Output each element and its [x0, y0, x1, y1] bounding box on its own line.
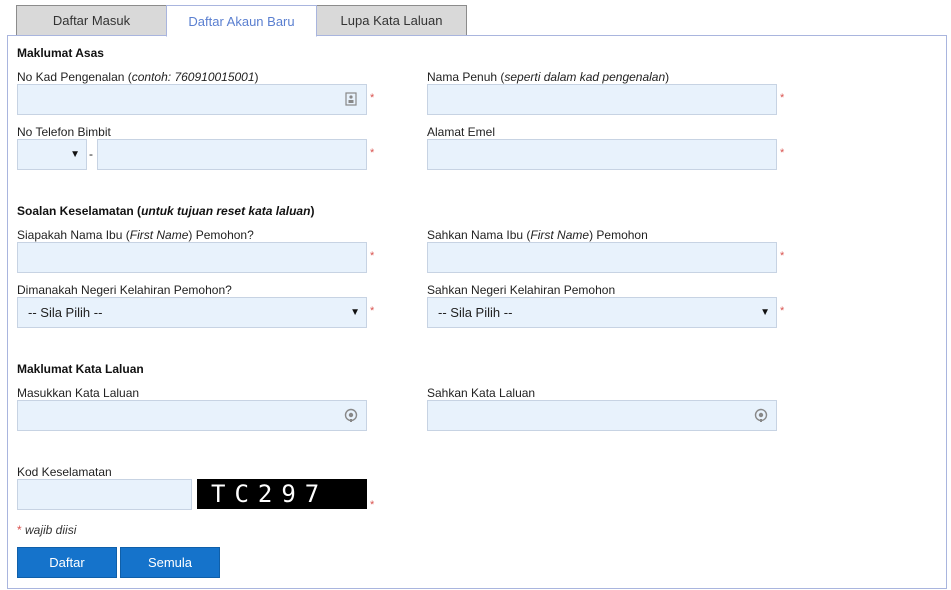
submit-button[interactable]: Daftar	[17, 547, 117, 578]
birth-state-label: Dimanakah Negeri Kelahiran Pemohon?	[17, 283, 232, 297]
ic-required-mark: *	[370, 92, 375, 104]
email-required-mark: *	[780, 147, 785, 159]
mother-name-confirm-label: Sahkan Nama Ibu (First Name) Pemohon	[427, 228, 648, 242]
phone-required-mark: *	[370, 147, 375, 159]
mother-name-confirm-input[interactable]	[427, 242, 777, 273]
fullname-input[interactable]	[427, 84, 777, 115]
eye-icon[interactable]	[754, 408, 768, 422]
birth-state-confirm-label: Sahkan Negeri Kelahiran Pemohon	[427, 283, 616, 297]
birth-state-select[interactable]: -- Sila Pilih -- ▼	[17, 297, 367, 328]
password-input[interactable]	[17, 400, 367, 431]
id-card-icon	[345, 92, 357, 106]
captcha-image: TC297	[197, 479, 367, 509]
password-confirm-label: Sahkan Kata Laluan	[427, 386, 536, 400]
tab-forgot-password[interactable]: Lupa Kata Laluan	[316, 5, 467, 36]
tab-login[interactable]: Daftar Masuk	[16, 5, 167, 36]
mother-name-confirm-required-mark: *	[780, 250, 785, 262]
phone-number-input[interactable]	[97, 139, 367, 170]
ic-number-input[interactable]	[17, 84, 367, 115]
mother-name-input[interactable]	[17, 242, 367, 273]
phone-label: No Telefon Bimbit	[17, 125, 111, 139]
ic-label: No Kad Pengenalan (contoh: 760910015001)	[17, 70, 259, 84]
password-confirm-input[interactable]	[427, 400, 777, 431]
reset-button[interactable]: Semula	[120, 547, 220, 578]
mother-name-required-mark: *	[370, 250, 375, 262]
fullname-label: Nama Penuh (seperti dalam kad pengenalan…	[427, 70, 670, 84]
chevron-down-icon: ▼	[70, 149, 80, 160]
security-code-required-mark: *	[370, 499, 375, 511]
phone-prefix-select[interactable]: ▼	[17, 139, 87, 170]
required-note: * wajib diisi	[17, 523, 77, 537]
section-title-basic: Maklumat Asas	[17, 46, 104, 60]
birth-state-required-mark: *	[370, 305, 375, 317]
phone-separator: -	[89, 147, 93, 161]
chevron-down-icon: ▼	[760, 307, 770, 318]
tab-register[interactable]: Daftar Akaun Baru	[166, 5, 317, 37]
chevron-down-icon: ▼	[350, 307, 360, 318]
birth-state-confirm-select[interactable]: -- Sila Pilih -- ▼	[427, 297, 777, 328]
mother-name-label: Siapakah Nama Ibu (First Name) Pemohon?	[17, 228, 254, 242]
section-title-password: Maklumat Kata Laluan	[17, 362, 144, 376]
security-code-input[interactable]	[17, 479, 192, 510]
section-title-security-question: Soalan Keselamatan (untuk tujuan reset k…	[17, 204, 315, 218]
tab-bar: Daftar Masuk Daftar Akaun Baru Lupa Kata…	[16, 5, 467, 37]
password-label: Masukkan Kata Laluan	[17, 386, 140, 400]
eye-icon[interactable]	[344, 408, 358, 422]
security-code-label: Kod Keselamatan	[17, 465, 112, 479]
email-input[interactable]	[427, 139, 777, 170]
fullname-required-mark: *	[780, 92, 785, 104]
email-label: Alamat Emel	[427, 125, 496, 139]
birth-state-confirm-required-mark: *	[780, 305, 785, 317]
